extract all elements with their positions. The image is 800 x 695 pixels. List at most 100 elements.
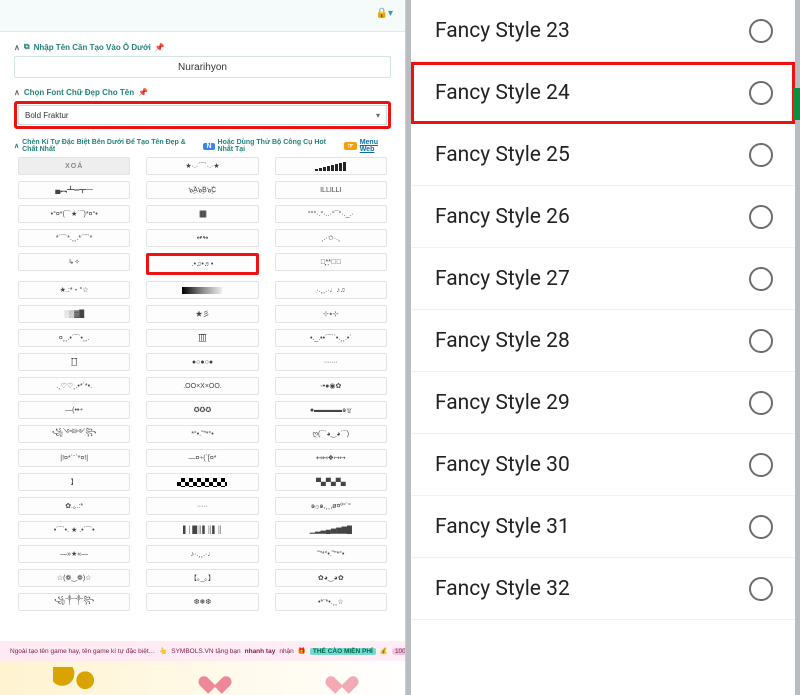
symbol-cell[interactable]: ↤↤❖↦↦ [275,449,387,467]
symbol-cell[interactable]: ★.:*・°☆ [18,281,130,299]
name-input[interactable] [14,56,391,78]
symbol-cell[interactable]: ▌│█║▌║▌║ [146,521,258,539]
symbol-cell[interactable]: °°°·.°·..·°¯°·._.· [275,205,387,223]
symbol-cell[interactable]: ¤¸¸.•´¯`•¸¸. [18,329,130,347]
style-row-27[interactable]: Fancy Style 27 [411,248,795,310]
font-select-dropdown[interactable]: Bold Fraktur ▾ [18,105,387,125]
symbol-cell[interactable]: ❆❅❆ [146,593,258,611]
style-row-29[interactable]: Fancy Style 29 [411,372,795,434]
radio-unchecked-icon[interactable] [749,19,773,43]
style-row-24[interactable]: Fancy Style 24 [411,62,795,124]
radio-unchecked-icon[interactable] [749,453,773,477]
chevron-up-icon: ∧ [14,88,20,97]
symbol-cell[interactable]: ░▒▓█ [18,305,130,323]
symbol-cell[interactable]: ๖ۣۜA๖ۣۜB๖ۣۜC [146,181,258,199]
style-row-25[interactable]: Fancy Style 25 [411,124,795,186]
symbol-cell[interactable]: •*¨*•.¸¸☆ [275,593,387,611]
symbol-cell[interactable]: ˜”*°•.˜”*°• [275,545,387,563]
footer-chip[interactable]: THẺ CÀO MIỄN PHÍ [310,648,376,655]
symbol-cell-signal[interactable] [275,157,387,175]
symbol-cell[interactable]: ¸.·✩·.¸ [275,229,387,247]
symbol-cell[interactable]: —»★«— [18,545,130,563]
symbol-cell[interactable]: ▄︻┻═┳一 [18,181,130,199]
symbol-cell[interactable]: ✿.｡.:* [18,497,130,515]
symbol-cell[interactable]: ☆(❁‿❁)☆ [18,569,130,587]
style-row-31[interactable]: Fancy Style 31 [411,496,795,558]
footer-text-b: SYMBOLS.VN tặng bạn [171,648,240,655]
symbol-cell[interactable]: —(••÷ [18,401,130,419]
symbol-cell[interactable]: ▀▄▀▄▀▄ [275,473,387,491]
style-row-26[interactable]: Fancy Style 26 [411,186,795,248]
symbol-cell[interactable]: .¸♡♡¸.•*´*•. [18,377,130,395]
style-list[interactable]: Fancy Style 23Fancy Style 24Fancy Style … [411,0,795,620]
chevron-up-icon: ∧ [14,142,19,150]
symbol-cell[interactable]: ↳✧ [18,253,130,271]
radio-unchecked-icon[interactable] [749,143,773,167]
radio-unchecked-icon[interactable] [749,329,773,353]
style-row-23[interactable]: Fancy Style 23 [411,0,795,62]
clear-button[interactable]: XOÁ [18,157,130,175]
symbol-cell[interactable]: ๑۞๑,¸¸,ø¤º°`° [275,497,387,515]
symbol-cell[interactable]: •´¯`•. ★ .•´¯`• [18,521,130,539]
radio-unchecked-icon[interactable] [749,205,773,229]
radio-unchecked-icon[interactable] [749,515,773,539]
symbol-cell[interactable]: |!¤*´¨`*¤!| [18,449,130,467]
radio-unchecked-icon[interactable] [749,81,773,105]
symbol-cell[interactable]: —¤÷(`[¤* [146,449,258,467]
symbol-cell[interactable]: ★彡 [146,305,258,323]
symbol-cell-highlighted[interactable]: .•♫•♬• [146,253,258,275]
section-name-input: ∧ ⧉ Nhập Tên Cần Tạo Vào Ô Dưới 📌 [0,32,405,78]
symbol-cell[interactable]: ⊹٭⊹ [275,305,387,323]
hand-icon: ☞ [344,142,356,150]
symbol-cell[interactable]: ↫↬ [146,229,258,247]
symbol-cell[interactable]: [̲̅ ̲̅] [18,353,130,371]
symbol-cell[interactable]: ♪·.¸¸.·♩ [146,545,258,563]
insert-desc-a: Chèn Kí Tự Đặc Biệt Bên Dưới Để Tạo Tên … [22,139,200,153]
symbol-cell[interactable]: ღ(¯`◕‿◕´¯) [275,425,387,443]
symbol-cell[interactable]: ●○●○● [146,353,258,371]
symbol-cell[interactable]: [̲̅[̲̅]̲̅] [146,329,258,347]
symbol-cell[interactable]: •._.••´¯``•.¸¸.•` [275,329,387,347]
radio-unchecked-icon[interactable] [749,391,773,415]
gift-icon: 🎁 [298,647,306,655]
symbol-cell[interactable]: •°¤*(¯`★´¯)*¤°• [18,205,130,223]
symbol-cell[interactable]: ★·.·´¯`·.·★ [146,157,258,175]
symbol-cell[interactable]: 】 [18,473,130,491]
symbol-cell[interactable]: .OO×X×OO. [146,377,258,395]
radio-unchecked-icon[interactable] [749,267,773,291]
symbol-cell[interactable]: ✪✪✪ [146,401,258,419]
symbol-cell[interactable]: 【｡_｡】 [146,569,258,587]
menu-web-link[interactable]: Menu Web [360,139,391,153]
symbol-cell[interactable]: ·.¸¸.·♩♪♫ [275,281,387,299]
symbol-cell-barcode[interactable]: ||||||| [146,205,258,223]
style-label: Fancy Style 30 [435,453,570,477]
gradient-bar-icon [182,287,222,294]
section-insert-symbols: ∧ Chèn Kí Tự Đặc Biệt Bên Dưới Để Tạo Tê… [0,129,405,153]
heart-icon [204,669,226,687]
symbol-cell[interactable]: ꧁༒༒꧂ [18,593,130,611]
symbol-cell-gradient[interactable] [146,281,258,299]
style-row-32[interactable]: Fancy Style 32 [411,558,795,620]
symbol-cell[interactable]: *°•.˜”*°• [146,425,258,443]
pin-icon: 📌 [138,88,148,97]
symbol-cell[interactable]: ✦͙͙͙*͙*❥⃝ [275,253,387,271]
symbol-cell[interactable]: ●▬▬▬▬๑۩ [275,401,387,419]
insert-symbols-desc: ∧ Chèn Kí Tự Đặc Biệt Bên Dưới Để Tạo Tê… [14,139,391,153]
footer-text-e: 100K 200K 500k [392,648,405,655]
symbol-cell[interactable]: ◦•●◉✿ [275,377,387,395]
section-font-select: ∧ Chọn Font Chữ Đẹp Cho Tên 📌 Bold Frakt… [0,78,405,129]
symbol-cell-checker[interactable] [146,473,258,491]
symbol-cell[interactable]: ꧁༺༻꧂ [18,425,130,443]
style-label: Fancy Style 27 [435,267,570,291]
style-row-30[interactable]: Fancy Style 30 [411,434,795,496]
symbol-cell[interactable]: ▁▂▃▄▅▆▇█ [275,521,387,539]
radio-unchecked-icon[interactable] [749,577,773,601]
style-row-28[interactable]: Fancy Style 28 [411,310,795,372]
style-label: Fancy Style 26 [435,205,570,229]
symbol-cell[interactable]: *´¯`*.¸¸.*´¯`* [18,229,130,247]
symbol-cell[interactable]: ILLILLI [275,181,387,199]
symbol-cell[interactable]: ∙∙··∙ [146,497,258,515]
symbol-cell[interactable]: ✿◕‿◕✿ [275,569,387,587]
hand-icon: 👆 [159,647,167,655]
symbol-cell[interactable]: ∙∙∙∙∙∙∙ [275,353,387,371]
